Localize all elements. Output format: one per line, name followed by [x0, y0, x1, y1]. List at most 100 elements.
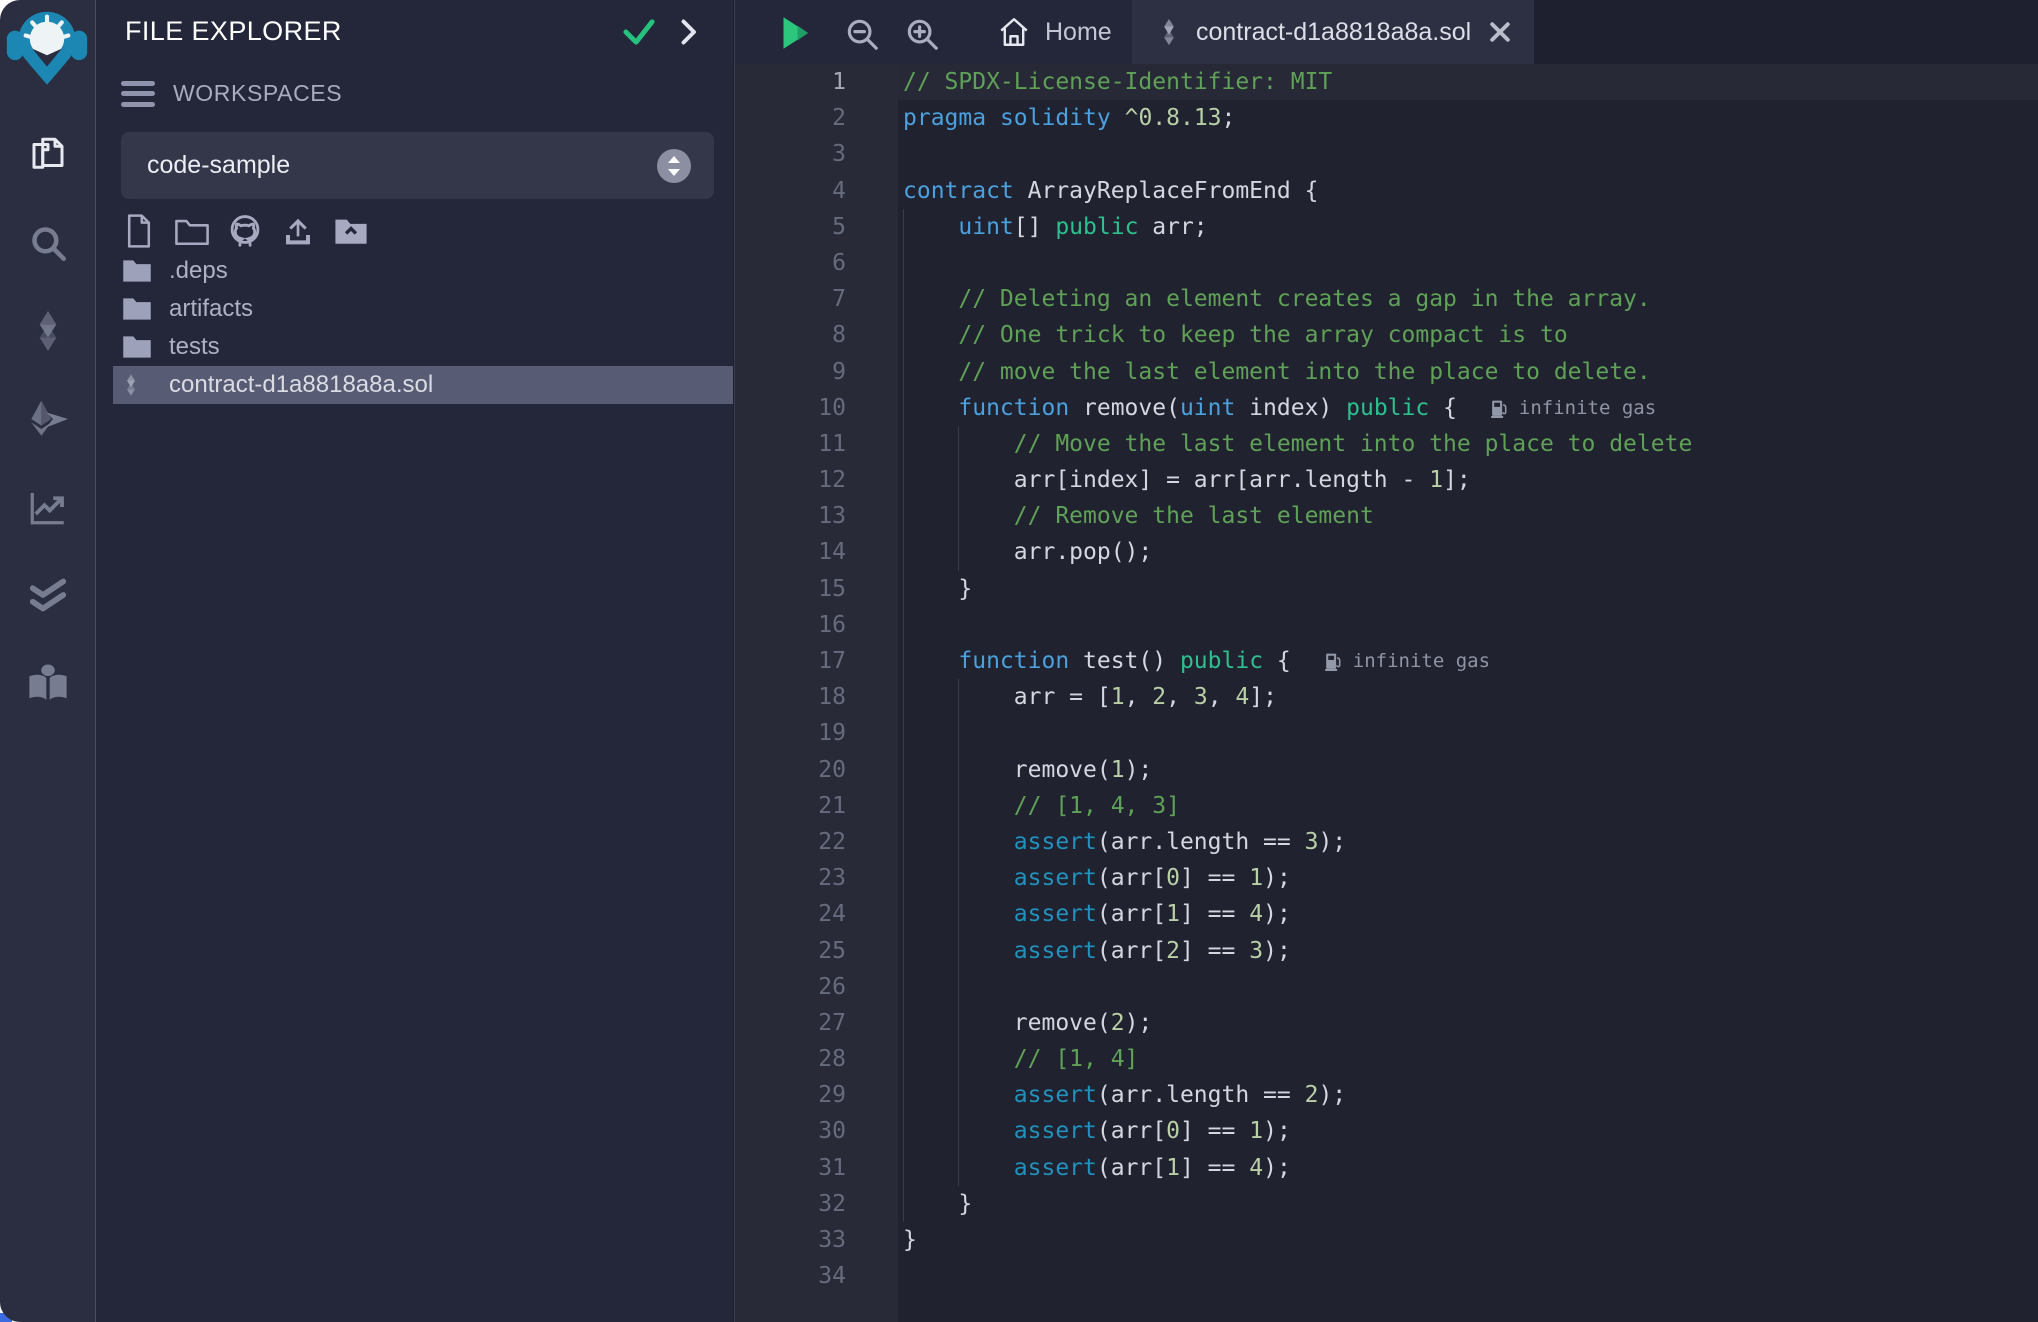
sidebar-file-explorer-icon[interactable]: [0, 125, 95, 185]
tab-contract-file[interactable]: contract-d1a8818a8a.sol: [1132, 0, 1534, 64]
code-line[interactable]: assert(arr[1] == 4);: [898, 1150, 2038, 1186]
code-line[interactable]: // [1, 4]: [898, 1041, 2038, 1077]
sidebar-deploy-run-icon[interactable]: [0, 389, 95, 449]
tab-home[interactable]: Home: [971, 0, 1138, 64]
code-line[interactable]: remove(1);: [898, 752, 2038, 788]
indent-guide: [903, 354, 904, 390]
workspace-select[interactable]: code-sample: [121, 132, 714, 199]
code-line[interactable]: }: [898, 1186, 2038, 1222]
code-token: }: [903, 1227, 917, 1253]
code-line[interactable]: [898, 136, 2038, 172]
code-line[interactable]: uint[] public arr;: [898, 209, 2038, 245]
workspace-select-toggle-icon[interactable]: [656, 148, 692, 184]
accept-check-icon[interactable]: [621, 16, 657, 48]
code-line[interactable]: assert(arr[0] == 1);: [898, 860, 2038, 896]
code-line[interactable]: remove(2);: [898, 1005, 2038, 1041]
tree-item-contract-d1a8818a8a-sol[interactable]: contract-d1a8818a8a.sol: [113, 366, 733, 404]
tree-item-label: tests: [169, 333, 220, 361]
code-line[interactable]: // move the last element into the place …: [898, 354, 2038, 390]
code-token: public: [1055, 214, 1138, 240]
code-token: 2: [1305, 1082, 1319, 1108]
indent-guide: [958, 752, 959, 788]
tree-item-artifacts[interactable]: artifacts: [96, 290, 733, 328]
indent-guide: [903, 1113, 904, 1149]
code-line[interactable]: assert(arr.length == 2);: [898, 1077, 2038, 1113]
run-script-button[interactable]: [773, 12, 815, 54]
remix-logo-icon[interactable]: [6, 6, 88, 88]
code-line[interactable]: [898, 607, 2038, 643]
indent-guide: [958, 824, 959, 860]
clone-github-icon[interactable]: [227, 212, 263, 250]
code-line[interactable]: [898, 969, 2038, 1005]
icon-sidebar: [0, 0, 96, 1322]
code-line[interactable]: }: [898, 1222, 2038, 1258]
tree-item-tests[interactable]: tests: [96, 328, 733, 366]
code-line[interactable]: assert(arr.length == 3);: [898, 824, 2038, 860]
collapse-chevron-icon[interactable]: [676, 17, 700, 47]
code-line[interactable]: // Move the last element into the place …: [898, 426, 2038, 462]
gas-badge-label: infinite gas: [1353, 643, 1490, 679]
code-token: ,: [1208, 684, 1236, 710]
code-line[interactable]: assert(arr[1] == 4);: [898, 896, 2038, 932]
code-token: 4: [1249, 901, 1263, 927]
new-file-icon[interactable]: [121, 212, 157, 250]
code-line[interactable]: pragma solidity ^0.8.13;: [898, 100, 2038, 136]
code-token: [903, 395, 958, 421]
upload-folder-icon[interactable]: [333, 212, 369, 250]
indent-guide: [958, 860, 959, 896]
sidebar-search-icon[interactable]: [0, 213, 95, 273]
indent-guide: [903, 643, 904, 679]
workspaces-menu-icon[interactable]: [121, 81, 155, 107]
tab-close-icon[interactable]: [1487, 19, 1513, 45]
line-number: 16: [735, 607, 898, 643]
code-editor[interactable]: 1234567891011121314151617181920212223242…: [735, 64, 2038, 1322]
upload-file-icon[interactable]: [280, 212, 316, 250]
code-line[interactable]: assert(arr[0] == 1);: [898, 1113, 2038, 1149]
code-line[interactable]: arr[index] = arr[arr.length - 1];: [898, 462, 2038, 498]
code-lines: // SPDX-License-Identifier: MIT pragma so…: [898, 64, 2038, 1322]
zoom-out-icon[interactable]: [843, 15, 881, 53]
code-line[interactable]: assert(arr[2] == 3);: [898, 933, 2038, 969]
code-line[interactable]: function remove(uint index) public {infi…: [898, 390, 2038, 426]
tree-item-label: artifacts: [169, 295, 253, 323]
code-line[interactable]: // Deleting an element creates a gap in …: [898, 281, 2038, 317]
code-token: ,: [1166, 684, 1194, 710]
line-number: 32: [735, 1186, 898, 1222]
code-line[interactable]: contract ArrayReplaceFromEnd {: [898, 173, 2038, 209]
indent-guide: [958, 1005, 959, 1041]
active-tab-label: contract-d1a8818a8a.sol: [1196, 18, 1471, 47]
tree-item--deps[interactable]: .deps: [96, 252, 733, 290]
code-line[interactable]: arr.pop();: [898, 534, 2038, 570]
sidebar-learneth-icon[interactable]: [0, 653, 95, 713]
code-line[interactable]: }: [898, 571, 2038, 607]
code-line[interactable]: // SPDX-License-Identifier: MIT: [898, 64, 2038, 100]
code-line[interactable]: [898, 715, 2038, 751]
new-folder-icon[interactable]: [174, 212, 210, 250]
sidebar-solidity-compiler-icon[interactable]: [0, 301, 95, 361]
code-token: // move the last element into the place …: [958, 359, 1650, 385]
sidebar-analytics-icon[interactable]: [0, 477, 95, 537]
code-token: );: [1263, 901, 1291, 927]
code-token: ;: [1222, 105, 1236, 131]
code-line[interactable]: [898, 1258, 2038, 1294]
code-line[interactable]: // Remove the last element: [898, 498, 2038, 534]
code-token: []: [1014, 214, 1056, 240]
zoom-in-icon[interactable]: [903, 15, 941, 53]
code-token: 1: [1249, 865, 1263, 891]
code-line[interactable]: // [1, 4, 3]: [898, 788, 2038, 824]
code-line[interactable]: [898, 245, 2038, 281]
code-line[interactable]: // One trick to keep the array compact i…: [898, 317, 2038, 353]
code-token: 3: [1305, 829, 1319, 855]
indent-guide: [958, 1077, 959, 1113]
code-line[interactable]: function test() public {infinite gas: [898, 643, 2038, 679]
code-token: {: [1263, 648, 1291, 674]
code-token: // SPDX-License-Identifier: MIT: [903, 69, 1332, 95]
code-token: 1: [1249, 1118, 1263, 1144]
code-token: 3: [1249, 938, 1263, 964]
code-token: [903, 359, 958, 385]
code-line[interactable]: arr = [1, 2, 3, 4];: [898, 679, 2038, 715]
line-number: 13: [735, 498, 898, 534]
line-number: 9: [735, 354, 898, 390]
sidebar-unit-testing-icon[interactable]: [0, 565, 95, 625]
code-token: test(): [1069, 648, 1180, 674]
